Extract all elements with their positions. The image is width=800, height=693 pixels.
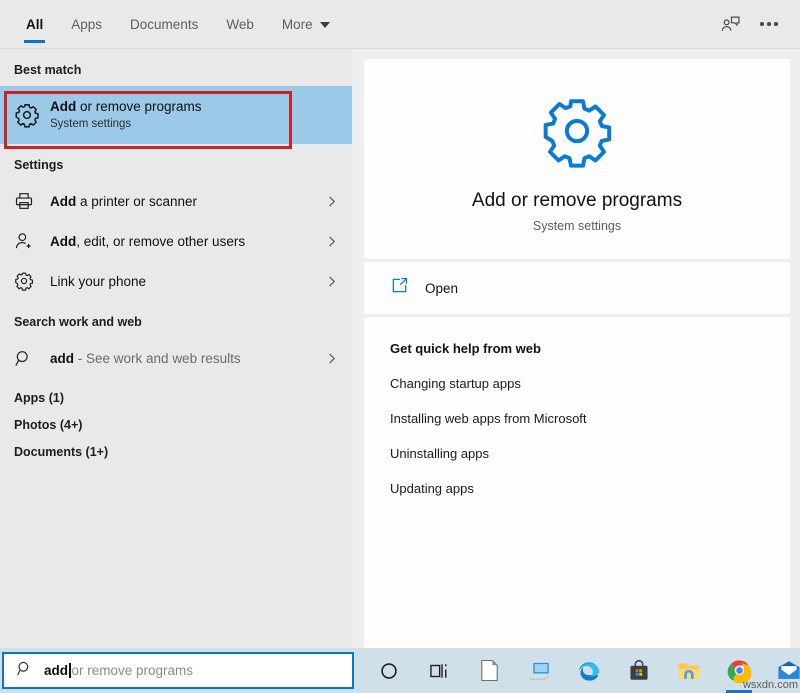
result-title-rest: Link your phone (50, 273, 147, 289)
best-match-header: Best match (14, 63, 82, 77)
microsoft-store-icon[interactable] (618, 648, 660, 693)
search-icon (16, 660, 33, 682)
best-match-section: Add or remove programs System settings (0, 86, 352, 149)
search-icon (14, 349, 44, 368)
chevron-right-icon (320, 195, 342, 208)
tab-all-label: All (26, 16, 44, 32)
task-view-icon[interactable] (418, 648, 460, 693)
quick-help-title: Get quick help from web (390, 341, 541, 356)
tab-more-label: More (281, 16, 313, 32)
search-text: add or remove programs (44, 663, 193, 678)
result-title: Add a printer or scanner (50, 193, 320, 210)
document-icon[interactable] (468, 648, 510, 693)
result-title: Link your phone (50, 273, 320, 290)
help-link-installing-web-apps[interactable]: Installing web apps from Microsoft (390, 411, 790, 426)
tab-documents[interactable]: Documents (116, 0, 212, 48)
taskbar-search-input[interactable]: add or remove programs (2, 652, 354, 689)
header-actions (714, 0, 800, 48)
chevron-right-icon (320, 352, 342, 365)
printer-icon (14, 191, 44, 211)
tab-all[interactable]: All (12, 0, 57, 48)
results-list-panel: Best match Add or remove programs System… (0, 48, 352, 648)
result-add-edit-remove-users[interactable]: Add, edit, or remove other users (0, 221, 352, 261)
preview-title: Add or remove programs (471, 190, 683, 211)
result-title: Add or remove programs (50, 98, 342, 115)
result-title-bold: Add (50, 233, 77, 249)
help-link-updating-apps[interactable]: Updating apps (390, 481, 790, 496)
tab-documents-label: Documents (130, 16, 199, 32)
preview-hero: Add or remove programs System settings (364, 59, 790, 259)
chevron-right-icon (320, 235, 342, 248)
preview-panel: Add or remove programs System settings O… (352, 48, 800, 648)
search-typed-text: add (44, 663, 69, 678)
help-link-changing-startup-apps[interactable]: Changing startup apps (390, 376, 790, 391)
search-results-body: Best match Add or remove programs System… (0, 48, 800, 648)
feedback-icon[interactable] (714, 7, 748, 41)
result-add-or-remove-programs[interactable]: Add or remove programs System settings (0, 86, 352, 144)
result-text: Link your phone (44, 273, 320, 290)
open-button[interactable]: Open (364, 262, 790, 314)
file-explorer-icon[interactable] (668, 648, 710, 693)
more-options-icon[interactable] (752, 7, 786, 41)
windows-search-flyout: All Apps Documents Web More Best match A… (0, 0, 800, 648)
count-photos[interactable]: Photos (4+) (0, 405, 352, 432)
result-subtitle: System settings (50, 118, 132, 130)
add-user-icon (14, 231, 44, 251)
open-external-icon (390, 276, 409, 300)
result-text: Add, edit, or remove other users (44, 233, 320, 250)
search-flyout-screen: All Apps Documents Web More Best match A… (0, 0, 800, 693)
result-add-printer-or-scanner[interactable]: Add a printer or scanner (0, 181, 352, 221)
count-apps[interactable]: Apps (1) (0, 378, 352, 405)
result-title-rest: , edit, or remove other users (76, 233, 246, 249)
open-label: Open (425, 280, 459, 296)
result-title: Add, edit, or remove other users (50, 233, 320, 250)
tab-more[interactable]: More (268, 0, 344, 48)
search-web-header: Search work and web (14, 315, 142, 329)
count-documents[interactable]: Documents (1+) (0, 432, 352, 459)
watermark: wsxdn.com (742, 679, 798, 691)
result-title-bold: add (50, 350, 75, 366)
result-text: Add a printer or scanner (44, 193, 320, 210)
settings-header: Settings (14, 158, 64, 172)
search-suggestion-text: or remove programs (71, 663, 194, 678)
text-cursor (69, 663, 71, 678)
edge-icon[interactable] (568, 648, 610, 693)
result-title-bold: Add (50, 193, 77, 209)
taskbar: add or remove programs wsxdn.com (0, 648, 800, 693)
result-title-rest: a printer or scanner (76, 193, 198, 209)
search-filter-tabs: All Apps Documents Web More (0, 0, 800, 48)
remote-desktop-icon[interactable] (518, 648, 560, 693)
gear-icon (14, 102, 44, 128)
result-title-rest: or remove programs (76, 99, 202, 114)
gear-icon (14, 271, 44, 291)
help-link-uninstalling-apps[interactable]: Uninstalling apps (390, 446, 790, 461)
result-see-web-results[interactable]: add - See work and web results (0, 338, 352, 378)
tab-apps-label: Apps (71, 16, 103, 32)
result-title-rest: - See work and web results (74, 350, 241, 366)
chevron-down-icon (319, 22, 330, 28)
result-title-bold: Add (50, 99, 77, 114)
tab-web[interactable]: Web (212, 0, 268, 48)
result-link-your-phone[interactable]: Link your phone (0, 261, 352, 301)
result-text: Add or remove programs System settings (44, 98, 342, 132)
cortana-icon[interactable] (368, 648, 410, 693)
chevron-right-icon (320, 275, 342, 288)
tab-apps[interactable]: Apps (57, 0, 116, 48)
tab-web-label: Web (226, 16, 254, 32)
result-text: add - See work and web results (44, 350, 320, 367)
gear-icon (539, 93, 615, 174)
result-title: add - See work and web results (50, 350, 320, 367)
preview-subtitle: System settings (532, 219, 622, 233)
taskbar-items (354, 648, 800, 693)
quick-help-section: Get quick help from web Changing startup… (364, 317, 790, 648)
